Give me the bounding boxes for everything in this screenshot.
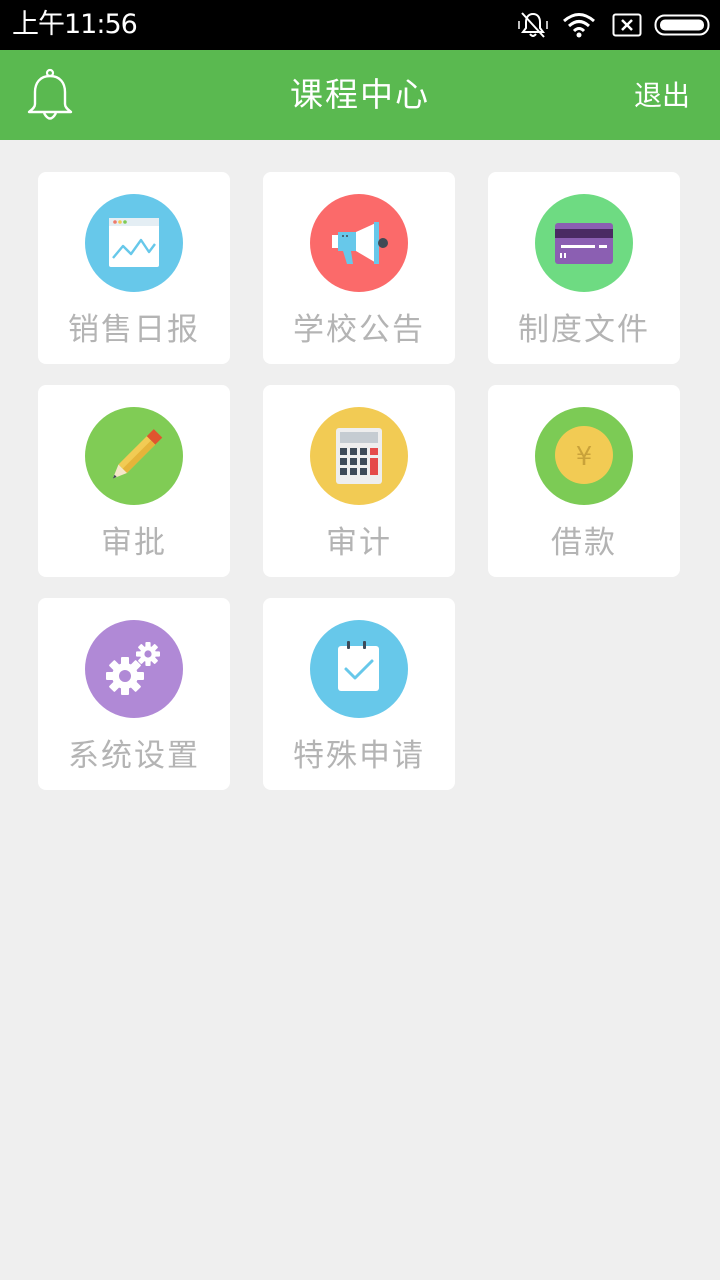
calculator-icon — [310, 407, 408, 505]
wifi-icon — [562, 12, 596, 38]
gears-icon — [85, 620, 183, 718]
pencil-icon — [85, 407, 183, 505]
tile-label: 销售日报 — [68, 312, 200, 348]
tile-school-announcement[interactable]: 学校公告 — [263, 172, 455, 364]
tile-policy-documents[interactable]: 制度文件 — [488, 172, 680, 364]
tile-system-settings[interactable]: 系统设置 — [38, 598, 230, 790]
tile-approval[interactable]: 审批 — [38, 385, 230, 577]
app-header: 课程中心 退出 — [0, 50, 720, 140]
notification-button[interactable] — [24, 68, 76, 124]
tile-sales-daily-report[interactable]: 销售日报 — [38, 172, 230, 364]
tile-label: 系统设置 — [68, 738, 200, 774]
tile-label: 审计 — [326, 525, 392, 561]
card-icon — [535, 194, 633, 292]
tile-label: 借款 — [551, 525, 617, 561]
tile-special-request[interactable]: 特殊申请 — [263, 598, 455, 790]
status-bar: 上午11:56 — [0, 0, 720, 50]
checklist-icon — [310, 620, 408, 718]
tile-label: 学校公告 — [293, 312, 425, 348]
coin-icon: ¥ — [535, 407, 633, 505]
sim-none-icon — [612, 13, 642, 37]
coin-symbol: ¥ — [576, 442, 593, 472]
function-grid: 销售日报 学校公告 制度文件 审批 审计 ¥ 借款 系统设置 特殊申请 — [38, 172, 680, 790]
logout-button[interactable]: 退出 — [634, 50, 690, 140]
status-time: 上午11:56 — [12, 9, 138, 40]
bell-icon — [27, 68, 73, 120]
tile-label: 制度文件 — [518, 312, 650, 348]
status-icons — [518, 10, 710, 40]
page-title: 课程中心 — [290, 75, 430, 114]
battery-icon — [654, 14, 710, 36]
megaphone-icon — [310, 194, 408, 292]
tile-loan[interactable]: ¥ 借款 — [488, 385, 680, 577]
tile-label: 审批 — [101, 525, 167, 561]
tile-audit[interactable]: 审计 — [263, 385, 455, 577]
chart-icon — [85, 194, 183, 292]
vibrate-off-icon — [518, 11, 548, 39]
tile-label: 特殊申请 — [293, 738, 425, 774]
